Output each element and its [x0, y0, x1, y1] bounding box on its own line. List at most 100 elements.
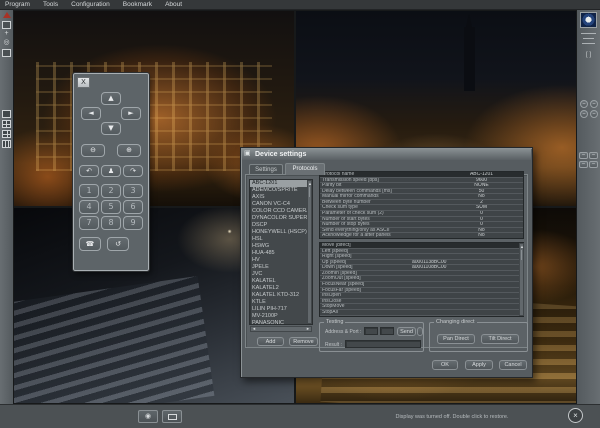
command-extra[interactable]	[474, 299, 523, 304]
image-adjust-button-2[interactable]: –	[589, 152, 598, 159]
numpad-button-7[interactable]: 7	[79, 216, 99, 230]
command-extra[interactable]	[474, 271, 523, 276]
add-protocol-button[interactable]: Add	[257, 337, 284, 346]
protocol-list-item[interactable]: JPELE	[250, 264, 312, 271]
command-extra[interactable]	[474, 265, 523, 270]
command-value[interactable]	[410, 288, 474, 293]
protocol-list-item[interactable]: HV	[250, 257, 312, 264]
cam-adjust-button-4[interactable]: –	[590, 110, 598, 118]
property-value[interactable]: 0	[440, 217, 523, 222]
ptz-close-button[interactable]: X	[77, 77, 90, 88]
property-value[interactable]: No	[440, 228, 523, 233]
numpad-button-4[interactable]: 4	[79, 200, 99, 214]
layout-1plus-icon[interactable]	[2, 130, 11, 138]
ptz-down-button[interactable]: ▼	[101, 122, 121, 135]
layout-single-icon[interactable]	[2, 110, 11, 118]
scroll-up-icon[interactable]: ▲	[308, 181, 311, 186]
property-value[interactable]: 2	[440, 200, 523, 205]
protocol-list-item[interactable]: HONEYWELL (HSCP)	[250, 229, 312, 236]
pan-direct-button[interactable]: Pan Direct	[437, 334, 475, 344]
protocol-list-item[interactable]: JVC	[250, 271, 312, 278]
protocol-list-hscrollbar[interactable]: ◄ ►	[250, 326, 312, 332]
protocol-list-item[interactable]: KALATEL2	[250, 285, 312, 292]
protocol-list-item[interactable]: ADEMCO/SPRITE	[250, 187, 312, 194]
command-value[interactable]	[410, 282, 474, 287]
property-value[interactable]: 9600	[440, 178, 523, 183]
protocol-list-item[interactable]: KTLE	[250, 299, 312, 306]
zoom-out-button[interactable]: ⊖	[81, 144, 105, 157]
protocol-list-item[interactable]: HUA-485	[250, 250, 312, 257]
property-value[interactable]: No	[440, 233, 523, 238]
command-value[interactable]	[410, 304, 474, 309]
protocol-list-item[interactable]: COLOR CCD CAMERA	[250, 208, 312, 215]
property-value[interactable]: 50	[440, 189, 523, 194]
remove-protocol-button[interactable]: Remove	[289, 337, 318, 346]
property-value[interactable]: 0	[440, 211, 523, 216]
protocol-list-item[interactable]: ABC-1201	[250, 180, 312, 187]
numpad-button-9[interactable]: 9	[123, 216, 143, 230]
command-extra[interactable]	[474, 276, 523, 281]
protocol-list-item[interactable]: AXIS	[250, 194, 312, 201]
window-export-icon[interactable]	[2, 49, 11, 57]
protocol-list-item[interactable]: KALATEL	[250, 278, 312, 285]
ok-button[interactable]: OK	[432, 360, 458, 370]
window-close-button[interactable]: ×	[568, 408, 583, 423]
protocol-list-item[interactable]: DYNACOLOR SUPERIOR (CD)	[250, 215, 312, 222]
ptz-up-button[interactable]: ▲	[101, 92, 121, 105]
protocol-list-item[interactable]: DSCP	[250, 222, 312, 229]
result-input[interactable]	[345, 340, 421, 348]
command-row[interactable]: StopAll	[320, 310, 523, 316]
protocol-list-item[interactable]: CANON VC-C4	[250, 201, 312, 208]
command-extra[interactable]	[474, 310, 523, 315]
layout-3x3-icon[interactable]	[2, 140, 11, 148]
auto-pan-button[interactable]: ♟	[101, 165, 121, 177]
protocol-list-scrollbar[interactable]: ▲	[307, 180, 312, 324]
address-input[interactable]	[364, 327, 378, 335]
fast-speed-button[interactable]: ↷	[123, 165, 143, 177]
command-extra[interactable]	[474, 254, 523, 259]
cam-adjust-button-1[interactable]: –	[580, 100, 588, 108]
target-icon[interactable]: ◎	[2, 39, 11, 47]
layout-2x2-icon[interactable]	[2, 120, 11, 128]
menu-item-program[interactable]: Program	[5, 0, 30, 9]
screen-layout-button[interactable]	[162, 410, 182, 423]
command-extra[interactable]	[474, 282, 523, 287]
cam-adjust-button-3[interactable]: –	[580, 110, 588, 118]
preset-call-button[interactable]: ☎	[79, 237, 101, 251]
numpad-button-2[interactable]: 2	[101, 184, 121, 198]
numpad-button-3[interactable]: 3	[123, 184, 143, 198]
commands-scrollbar[interactable]: ▲	[519, 243, 524, 316]
reset-button[interactable]: ↺	[107, 237, 129, 251]
protocol-list-item[interactable]: KALATEL KTD-312	[250, 292, 312, 299]
protocol-list[interactable]: ABC-1201ADEMCO/SPRITEAXISCANON VC-C4COLO…	[249, 179, 313, 325]
command-value[interactable]: a0001138BC00	[410, 260, 474, 265]
image-adjust-button-3[interactable]: –	[579, 161, 588, 168]
numpad-button-8[interactable]: 8	[101, 216, 121, 230]
image-adjust-button-1[interactable]: –	[579, 152, 588, 159]
command-value[interactable]	[410, 310, 474, 315]
image-adjust-button-4[interactable]: –	[589, 161, 598, 168]
protocol-list-item[interactable]: HSL	[250, 236, 312, 243]
ptz-left-button[interactable]: ◄	[81, 107, 101, 120]
alarm-icon[interactable]	[3, 12, 11, 18]
command-extra[interactable]	[474, 288, 523, 293]
command-extra[interactable]	[474, 293, 523, 298]
apply-button[interactable]: Apply	[465, 360, 493, 370]
menu-item-tools[interactable]: Tools	[43, 0, 58, 9]
property-value[interactable]: SUM	[440, 205, 523, 210]
menu-item-configuration[interactable]: Configuration	[71, 0, 110, 9]
ptz-right-button[interactable]: ►	[121, 107, 141, 120]
protocol-list-item[interactable]: PANASONIC	[250, 320, 312, 325]
command-extra[interactable]	[474, 249, 523, 254]
dome-control-button[interactable]: ◉	[138, 410, 158, 423]
protocol-list-item[interactable]: HSWG	[250, 243, 312, 250]
zoom-in-button[interactable]: ⊕	[117, 144, 141, 157]
tilt-direct-button[interactable]: Tilt Direct	[481, 334, 519, 344]
command-extra[interactable]	[474, 260, 523, 265]
command-value[interactable]	[410, 249, 474, 254]
command-value[interactable]	[410, 293, 474, 298]
window-icon[interactable]	[2, 21, 11, 29]
menu-item-bookmark[interactable]: Bookmark	[123, 0, 152, 9]
menu-item-about[interactable]: About	[165, 0, 182, 9]
command-value[interactable]	[410, 276, 474, 281]
